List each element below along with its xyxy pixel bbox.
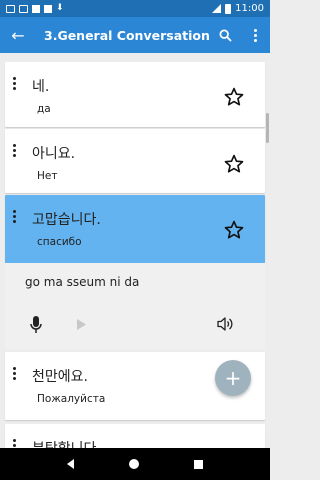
message-icon (6, 4, 15, 13)
play-icon[interactable] (75, 318, 87, 331)
sd-card-icon (44, 4, 52, 13)
arrow-left-icon: ← (11, 25, 25, 45)
volume-icon[interactable] (217, 316, 235, 332)
more-vert-icon (13, 144, 16, 157)
scrollbar[interactable] (266, 113, 269, 143)
korean-text: 네. (32, 79, 50, 95)
phrase-card-2[interactable]: 아니요. Нет (5, 129, 265, 193)
star-icon[interactable] (223, 153, 245, 175)
navigation-bar (0, 448, 270, 480)
phrase-card-3[interactable]: 고맙습니다. спасибо (5, 195, 265, 263)
item-menu-button[interactable] (13, 367, 16, 380)
korean-text: 고맙습니다. (32, 212, 101, 228)
mic-icon[interactable] (29, 315, 43, 335)
romanization-text: go ma sseum ni da (25, 275, 140, 289)
korean-text: 천만에요. (32, 369, 88, 385)
more-vert-icon (253, 28, 257, 42)
plus-icon: + (224, 366, 242, 390)
back-button[interactable]: ← (0, 17, 36, 53)
item-menu-button[interactable] (13, 77, 16, 90)
app-bar: ← 3.General Conversation (0, 17, 270, 53)
more-vert-icon (13, 367, 16, 380)
more-options-button[interactable] (240, 17, 270, 53)
korean-text: 아니요. (32, 146, 76, 162)
signal-icon (212, 4, 222, 13)
app-notification-icon (32, 4, 40, 13)
russian-text: Нет (37, 170, 58, 182)
more-vert-icon (13, 439, 16, 448)
phrase-card-5[interactable]: 부탁합니다. (5, 424, 265, 448)
phrase-card-1[interactable]: 네. да (5, 62, 265, 127)
page-title: 3.General Conversation (44, 27, 210, 43)
russian-text: спасибо (37, 236, 82, 248)
battery-icon (225, 3, 232, 14)
item-menu-button[interactable] (13, 210, 16, 223)
system-icons: 11:00 (212, 3, 264, 14)
search-button[interactable] (210, 17, 240, 53)
star-icon[interactable] (223, 86, 245, 108)
more-vert-icon (13, 210, 16, 223)
status-bar: ⬇ 11:00 (0, 0, 270, 17)
item-menu-button[interactable] (13, 439, 16, 448)
mail-icon (19, 4, 28, 13)
nav-home-button[interactable] (128, 459, 139, 469)
russian-text: да (37, 103, 51, 115)
russian-text: Пожалуйста (37, 393, 106, 405)
item-menu-button[interactable] (13, 144, 16, 157)
korean-text: 부탁합니다. (32, 438, 101, 448)
expanded-details: go ma sseum ni da (5, 263, 265, 349)
notification-icons: ⬇ (6, 4, 64, 13)
star-icon[interactable] (223, 219, 245, 241)
nav-back-button[interactable] (67, 459, 75, 469)
search-icon (218, 28, 232, 42)
add-button[interactable]: + (215, 360, 251, 396)
status-time: 11:00 (235, 3, 264, 14)
download-icon: ⬇ (56, 3, 64, 13)
nav-recents-button[interactable] (193, 459, 203, 469)
more-vert-icon (13, 77, 16, 90)
